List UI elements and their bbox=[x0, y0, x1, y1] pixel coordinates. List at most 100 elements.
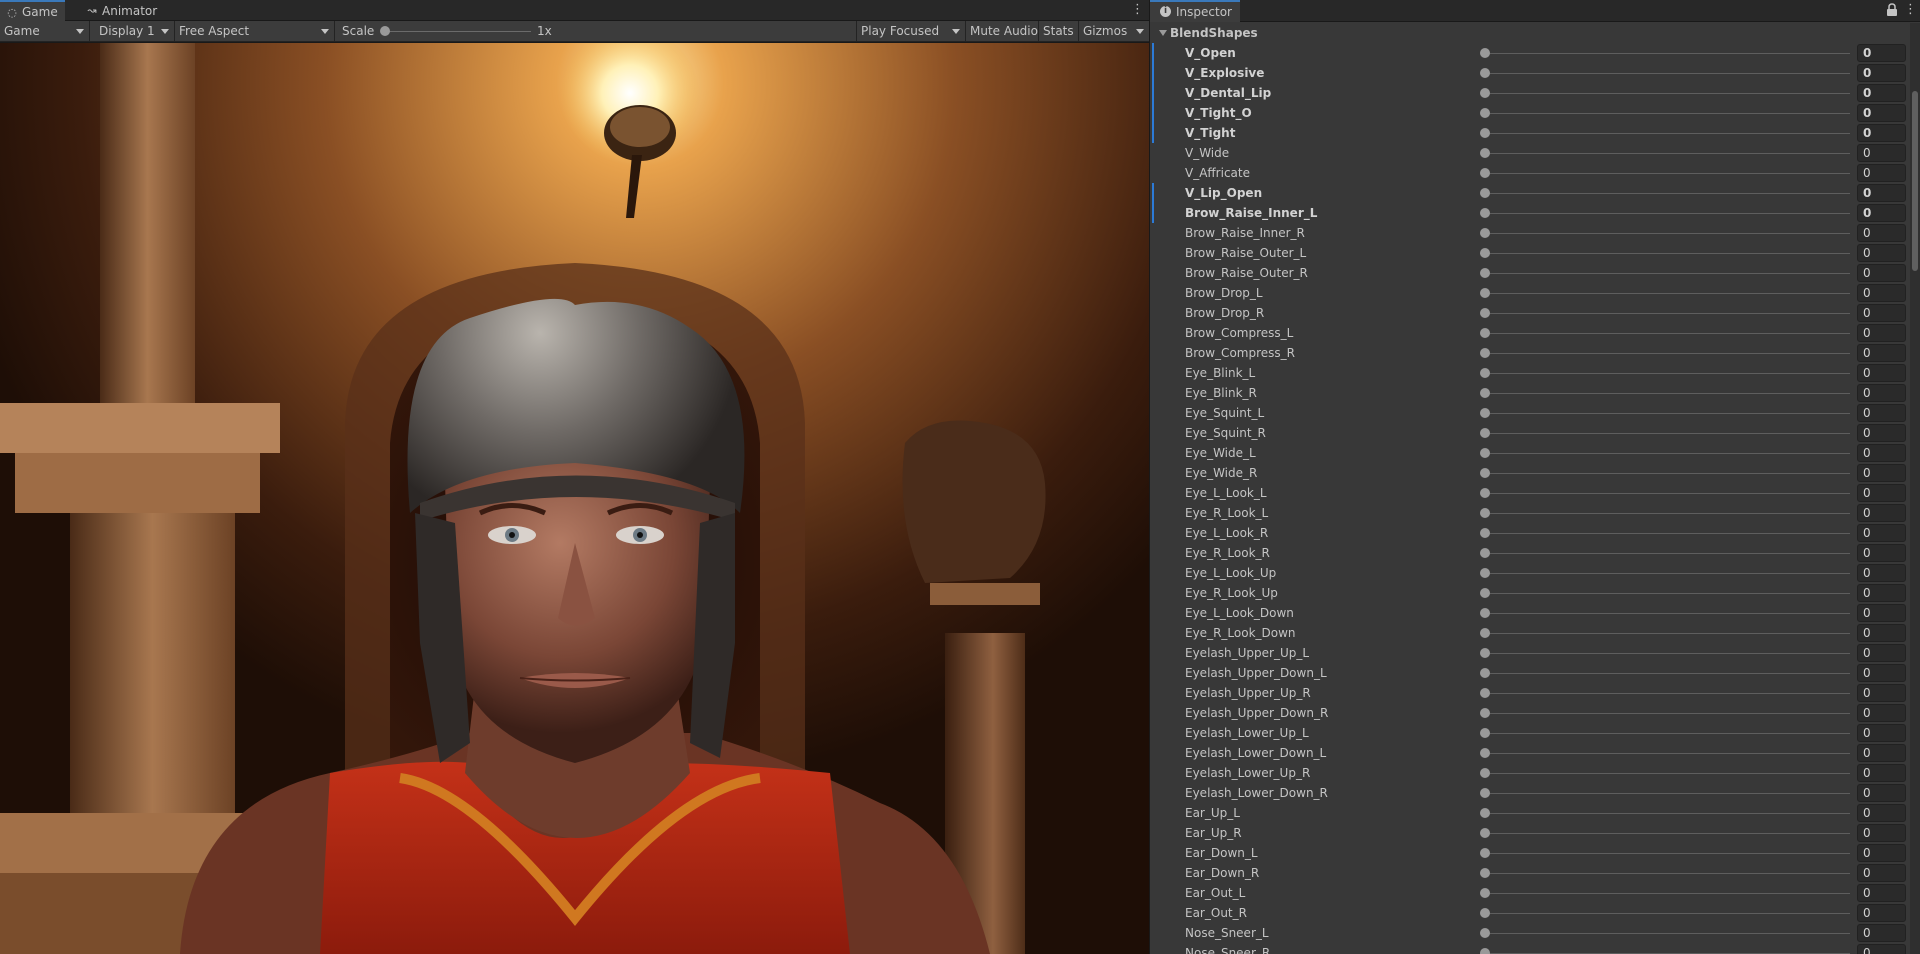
blendshape-value-field[interactable]: 0 bbox=[1857, 924, 1906, 942]
blendshape-slider-track[interactable] bbox=[1484, 273, 1850, 274]
blendshape-slider-track[interactable] bbox=[1484, 813, 1850, 814]
blendshape-slider-handle[interactable] bbox=[1480, 488, 1490, 498]
blendshape-slider-handle[interactable] bbox=[1480, 588, 1490, 598]
blendshape-slider-handle[interactable] bbox=[1480, 768, 1490, 778]
blendshape-slider-track[interactable] bbox=[1484, 253, 1850, 254]
blendshape-slider-track[interactable] bbox=[1484, 333, 1850, 334]
scrollbar-thumb[interactable] bbox=[1912, 91, 1918, 271]
blendshape-value-field[interactable]: 0 bbox=[1857, 584, 1906, 602]
blendshape-slider-track[interactable] bbox=[1484, 53, 1850, 54]
blendshape-slider-track[interactable] bbox=[1484, 73, 1850, 74]
blendshape-slider-track[interactable] bbox=[1484, 653, 1850, 654]
blendshape-slider-handle[interactable] bbox=[1480, 568, 1490, 578]
blendshape-slider-track[interactable] bbox=[1484, 393, 1850, 394]
blendshape-slider-handle[interactable] bbox=[1480, 248, 1490, 258]
blendshape-slider-track[interactable] bbox=[1484, 213, 1850, 214]
blendshape-value-field[interactable]: 0 bbox=[1857, 864, 1906, 882]
blendshape-slider-track[interactable] bbox=[1484, 353, 1850, 354]
blendshape-slider-handle[interactable] bbox=[1480, 708, 1490, 718]
blendshape-slider-track[interactable] bbox=[1484, 313, 1850, 314]
blendshape-slider-track[interactable] bbox=[1484, 513, 1850, 514]
blendshape-value-field[interactable]: 0 bbox=[1857, 284, 1906, 302]
blendshape-slider-track[interactable] bbox=[1484, 133, 1850, 134]
blendshape-slider-track[interactable] bbox=[1484, 893, 1850, 894]
blendshape-slider-handle[interactable] bbox=[1480, 128, 1490, 138]
blendshape-slider-handle[interactable] bbox=[1480, 148, 1490, 158]
blendshape-slider-handle[interactable] bbox=[1480, 828, 1490, 838]
blendshape-slider-handle[interactable] bbox=[1480, 868, 1490, 878]
blendshape-slider-handle[interactable] bbox=[1480, 348, 1490, 358]
blendshape-value-field[interactable]: 0 bbox=[1857, 104, 1906, 122]
blendshape-slider-track[interactable] bbox=[1484, 193, 1850, 194]
blendshape-value-field[interactable]: 0 bbox=[1857, 524, 1906, 542]
blendshape-slider-handle[interactable] bbox=[1480, 168, 1490, 178]
inspector-menu-icon[interactable]: ⋮ bbox=[1904, 3, 1917, 17]
blendshape-value-field[interactable]: 0 bbox=[1857, 724, 1906, 742]
blendshape-value-field[interactable]: 0 bbox=[1857, 804, 1906, 822]
blendshape-slider-handle[interactable] bbox=[1480, 408, 1490, 418]
blendshape-slider-handle[interactable] bbox=[1480, 188, 1490, 198]
blendshape-value-field[interactable]: 0 bbox=[1857, 404, 1906, 422]
blendshape-slider-handle[interactable] bbox=[1480, 468, 1490, 478]
blendshape-slider-track[interactable] bbox=[1484, 673, 1850, 674]
blendshape-value-field[interactable]: 0 bbox=[1857, 704, 1906, 722]
blendshape-slider-handle[interactable] bbox=[1480, 668, 1490, 678]
blendshape-value-field[interactable]: 0 bbox=[1857, 144, 1906, 162]
blendshapes-foldout[interactable]: BlendShapes bbox=[1150, 23, 1910, 43]
blendshape-value-field[interactable]: 0 bbox=[1857, 164, 1906, 182]
blendshape-slider-handle[interactable] bbox=[1480, 368, 1490, 378]
blendshape-slider-track[interactable] bbox=[1484, 413, 1850, 414]
blendshape-slider-track[interactable] bbox=[1484, 453, 1850, 454]
scale-slider-handle[interactable] bbox=[380, 26, 390, 36]
blendshape-value-field[interactable]: 0 bbox=[1857, 324, 1906, 342]
blendshape-slider-handle[interactable] bbox=[1480, 328, 1490, 338]
blendshape-value-field[interactable]: 0 bbox=[1857, 344, 1906, 362]
blendshape-value-field[interactable]: 0 bbox=[1857, 564, 1906, 582]
blendshape-slider-handle[interactable] bbox=[1480, 628, 1490, 638]
blendshape-slider-handle[interactable] bbox=[1480, 288, 1490, 298]
blendshape-slider-handle[interactable] bbox=[1480, 88, 1490, 98]
blendshape-value-field[interactable]: 0 bbox=[1857, 884, 1906, 902]
blendshape-slider-track[interactable] bbox=[1484, 613, 1850, 614]
blendshape-slider-track[interactable] bbox=[1484, 773, 1850, 774]
blendshape-value-field[interactable]: 0 bbox=[1857, 84, 1906, 102]
blendshape-slider-handle[interactable] bbox=[1480, 228, 1490, 238]
blendshape-value-field[interactable]: 0 bbox=[1857, 364, 1906, 382]
blendshape-value-field[interactable]: 0 bbox=[1857, 684, 1906, 702]
tab-game[interactable]: ◌ Game bbox=[0, 0, 65, 22]
blendshape-slider-handle[interactable] bbox=[1480, 448, 1490, 458]
blendshape-slider-track[interactable] bbox=[1484, 693, 1850, 694]
blendshape-slider-track[interactable] bbox=[1484, 573, 1850, 574]
blendshape-slider-handle[interactable] bbox=[1480, 648, 1490, 658]
blendshape-value-field[interactable]: 0 bbox=[1857, 184, 1906, 202]
blendshape-slider-handle[interactable] bbox=[1480, 68, 1490, 78]
view-mode-dropdown[interactable]: Game bbox=[0, 21, 90, 42]
blendshape-value-field[interactable]: 0 bbox=[1857, 444, 1906, 462]
blendshape-slider-track[interactable] bbox=[1484, 153, 1850, 154]
blendshape-value-field[interactable]: 0 bbox=[1857, 664, 1906, 682]
blendshape-value-field[interactable]: 0 bbox=[1857, 644, 1906, 662]
blendshape-slider-track[interactable] bbox=[1484, 713, 1850, 714]
blendshape-value-field[interactable]: 0 bbox=[1857, 244, 1906, 262]
blendshape-slider-track[interactable] bbox=[1484, 913, 1850, 914]
blendshape-value-field[interactable]: 0 bbox=[1857, 604, 1906, 622]
blendshape-value-field[interactable]: 0 bbox=[1857, 844, 1906, 862]
blendshape-slider-track[interactable] bbox=[1484, 433, 1850, 434]
blendshape-slider-track[interactable] bbox=[1484, 233, 1850, 234]
blendshape-slider-handle[interactable] bbox=[1480, 308, 1490, 318]
blendshape-slider-track[interactable] bbox=[1484, 473, 1850, 474]
blendshape-slider-track[interactable] bbox=[1484, 593, 1850, 594]
lock-icon[interactable] bbox=[1886, 3, 1898, 17]
game-viewport[interactable] bbox=[0, 43, 1149, 954]
blendshape-slider-handle[interactable] bbox=[1480, 548, 1490, 558]
blendshape-slider-handle[interactable] bbox=[1480, 688, 1490, 698]
blendshape-slider-track[interactable] bbox=[1484, 493, 1850, 494]
blendshape-slider-handle[interactable] bbox=[1480, 108, 1490, 118]
blendshape-slider-track[interactable] bbox=[1484, 93, 1850, 94]
blendshape-slider-track[interactable] bbox=[1484, 173, 1850, 174]
blendshape-value-field[interactable]: 0 bbox=[1857, 544, 1906, 562]
blendshape-value-field[interactable]: 0 bbox=[1857, 784, 1906, 802]
blendshape-slider-track[interactable] bbox=[1484, 293, 1850, 294]
blendshape-value-field[interactable]: 0 bbox=[1857, 504, 1906, 522]
blendshape-slider-track[interactable] bbox=[1484, 833, 1850, 834]
